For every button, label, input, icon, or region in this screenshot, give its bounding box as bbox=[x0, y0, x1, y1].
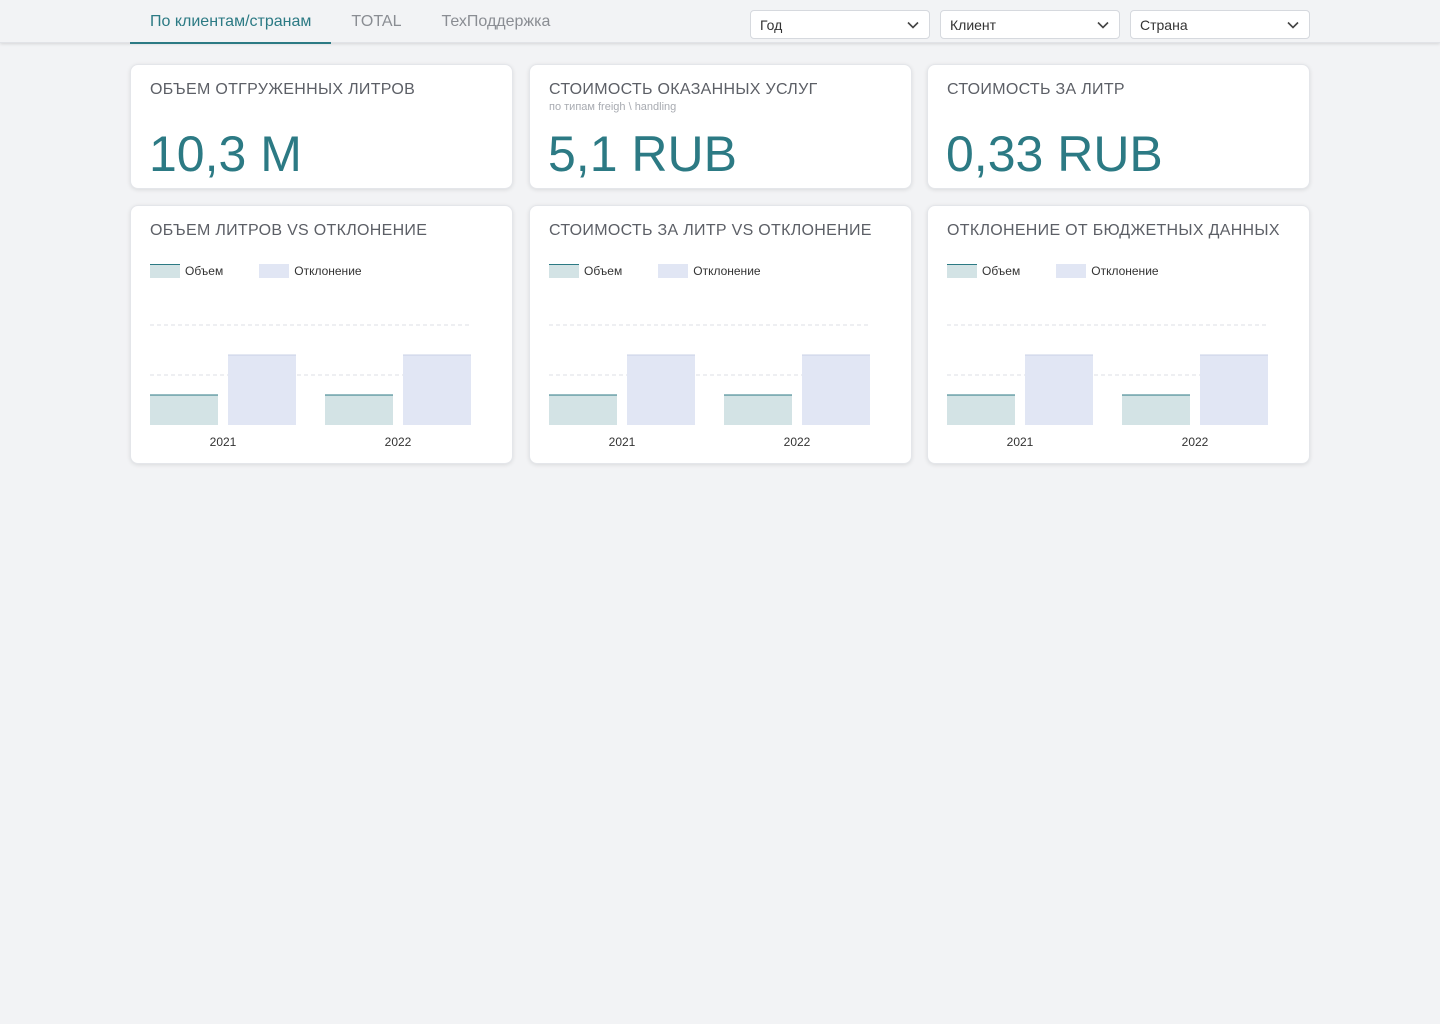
chart-legend: Объем Отклонение bbox=[150, 264, 398, 278]
legend-item-volume[interactable]: Объем bbox=[549, 264, 622, 278]
x-tick-label: 2021 bbox=[1007, 435, 1034, 446]
chart-title: ОТКЛОНЕНИЕ ОТ БЮДЖЕТНЫХ ДАННЫХ bbox=[947, 222, 1280, 239]
kpi-title: СТОИМОСТЬ ЗА ЛИТР bbox=[947, 81, 1125, 98]
chart-card-volume-vs-deviation: ОБЪЕМ ЛИТРОВ VS ОТКЛОНЕНИЕ Объем Отклоне… bbox=[130, 205, 513, 464]
chart-legend: Объем Отклонение bbox=[947, 264, 1195, 278]
bar-volume-2022[interactable] bbox=[325, 395, 393, 425]
legend-item-deviation[interactable]: Отклонение bbox=[1056, 264, 1159, 278]
legend-label: Объем bbox=[185, 264, 224, 278]
bar-volume-2021[interactable] bbox=[947, 395, 1015, 425]
kpi-title: ОБЪЕМ ОТГРУЖЕННЫХ ЛИТРОВ bbox=[150, 81, 416, 98]
legend-item-deviation[interactable]: Отклонение bbox=[259, 264, 362, 278]
country-filter-label: Страна bbox=[1140, 16, 1188, 33]
bar-volume-2021[interactable] bbox=[150, 395, 218, 425]
client-filter-label: Клиент bbox=[950, 16, 997, 33]
legend-label: Отклонение bbox=[1091, 264, 1159, 278]
bar-deviation-2022[interactable] bbox=[1200, 355, 1268, 425]
legend-item-volume[interactable]: Объем bbox=[947, 264, 1020, 278]
legend-label: Отклонение bbox=[693, 264, 761, 278]
legend-swatch bbox=[549, 264, 579, 278]
client-filter-select[interactable]: Клиент bbox=[940, 10, 1120, 39]
tab-bar: По клиентам/странам TOTAL ТехПоддержка bbox=[130, 0, 570, 44]
legend-swatch bbox=[658, 264, 689, 278]
legend-label: Отклонение bbox=[294, 264, 362, 278]
bar-deviation-2021[interactable] bbox=[627, 355, 695, 425]
filter-bar: Год Клиент Страна bbox=[750, 10, 1310, 39]
kpi-title: СТОИМОСТЬ ОКАЗАННЫХ УСЛУГ bbox=[549, 81, 818, 98]
tab-tech-support[interactable]: ТехПоддержка bbox=[421, 0, 570, 43]
top-navigation-bar: По клиентам/странам TOTAL ТехПоддержка Г… bbox=[0, 0, 1440, 44]
kpi-value: 0,33 RUB bbox=[946, 126, 1163, 182]
chart-legend: Объем Отклонение bbox=[549, 264, 797, 278]
legend-label: Объем bbox=[982, 264, 1021, 278]
kpi-card-shipped-liters: ОБЪЕМ ОТГРУЖЕННЫХ ЛИТРОВ 10,3 M bbox=[130, 64, 513, 189]
x-tick-label: 2022 bbox=[385, 435, 412, 446]
bar-volume-2021[interactable] bbox=[549, 395, 617, 425]
bar-deviation-2021[interactable] bbox=[228, 355, 296, 425]
kpi-value: 5,1 RUB bbox=[548, 126, 737, 182]
chevron-down-icon bbox=[1097, 21, 1109, 29]
kpi-card-services-cost: СТОИМОСТЬ ОКАЗАННЫХ УСЛУГ по типам freig… bbox=[529, 64, 912, 189]
tab-by-clients-countries[interactable]: По клиентам/странам bbox=[130, 0, 332, 44]
kpi-value: 10,3 M bbox=[149, 126, 302, 182]
legend-swatch bbox=[1056, 264, 1087, 278]
legend-item-deviation[interactable]: Отклонение bbox=[658, 264, 761, 278]
bar-deviation-2021[interactable] bbox=[1025, 355, 1093, 425]
country-filter-select[interactable]: Страна bbox=[1130, 10, 1310, 39]
x-tick-label: 2022 bbox=[784, 435, 811, 446]
legend-swatch bbox=[259, 264, 290, 278]
x-tick-label: 2022 bbox=[1182, 435, 1209, 446]
bar-deviation-2022[interactable] bbox=[403, 355, 471, 425]
kpi-subtitle: по типам freigh \ handling bbox=[549, 101, 677, 113]
kpi-card-cost-per-liter: СТОИМОСТЬ ЗА ЛИТР 0,33 RUB bbox=[927, 64, 1310, 189]
chevron-down-icon bbox=[1287, 21, 1299, 29]
legend-swatch bbox=[947, 264, 977, 278]
year-filter-label: Год bbox=[760, 16, 783, 33]
chart-title: СТОИМОСТЬ ЗА ЛИТР VS ОТКЛОНЕНИЕ bbox=[549, 222, 872, 239]
chevron-down-icon bbox=[907, 21, 919, 29]
chart-title: ОБЪЕМ ЛИТРОВ VS ОТКЛОНЕНИЕ bbox=[150, 222, 428, 239]
bar-deviation-2022[interactable] bbox=[802, 355, 870, 425]
bar-volume-2022[interactable] bbox=[724, 395, 792, 425]
legend-label: Объем bbox=[584, 264, 623, 278]
bar-chart: 2021 2022 bbox=[549, 324, 871, 446]
year-filter-select[interactable]: Год bbox=[750, 10, 930, 39]
legend-swatch bbox=[150, 264, 180, 278]
bar-volume-2022[interactable] bbox=[1122, 395, 1190, 425]
chart-card-cost-per-liter-vs-deviation: СТОИМОСТЬ ЗА ЛИТР VS ОТКЛОНЕНИЕ Объем От… bbox=[529, 205, 912, 464]
tab-total[interactable]: TOTAL bbox=[331, 0, 421, 43]
chart-card-budget-deviation: ОТКЛОНЕНИЕ ОТ БЮДЖЕТНЫХ ДАННЫХ Объем Отк… bbox=[927, 205, 1310, 464]
legend-item-volume[interactable]: Объем bbox=[150, 264, 223, 278]
x-tick-label: 2021 bbox=[210, 435, 237, 446]
x-tick-label: 2021 bbox=[609, 435, 636, 446]
bar-chart: 2021 2022 bbox=[150, 324, 472, 446]
bar-chart: 2021 2022 bbox=[947, 324, 1269, 446]
